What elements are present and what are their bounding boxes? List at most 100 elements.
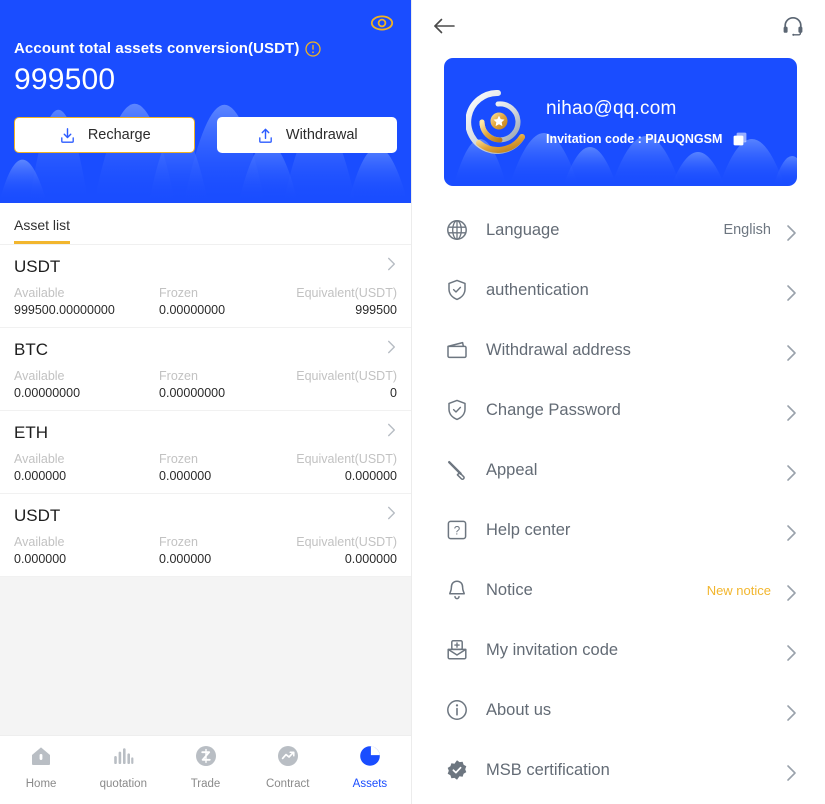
tabbar-item-quotation[interactable]: quotation	[82, 744, 164, 790]
asset-row-chevron[interactable]	[386, 256, 397, 277]
info-circle-icon[interactable]	[305, 40, 322, 57]
asset-row[interactable]: USDT Available 999500.00000000 Frozen 0.…	[0, 245, 411, 328]
asset-row-head: BTC	[14, 339, 397, 360]
tabbar-item-trade[interactable]: Trade	[164, 744, 246, 790]
shield-check-icon	[444, 277, 470, 303]
asset-row-head: USDT	[14, 256, 397, 277]
back-button[interactable]	[430, 12, 458, 40]
menu-item-chevron[interactable]	[785, 403, 799, 421]
menu-item-chevron[interactable]	[785, 583, 799, 601]
asset-columns: Available 0.00000000 Frozen 0.00000000 E…	[14, 369, 397, 400]
settings-menu: Language English authentication Withdraw…	[412, 200, 825, 800]
asset-frozen-cell: Frozen 0.00000000	[159, 369, 296, 400]
chevron-right-icon	[787, 405, 796, 421]
asset-available-cell: Available 0.000000	[14, 535, 159, 566]
menu-item-label: Appeal	[486, 460, 538, 479]
menu-item-notice[interactable]: Notice New notice	[412, 560, 825, 620]
asset-row[interactable]: USDT Available 0.000000 Frozen 0.000000 …	[0, 494, 411, 577]
menu-item-chevron[interactable]	[785, 283, 799, 301]
menu-item-about us[interactable]: About us	[412, 680, 825, 740]
home-icon	[29, 744, 53, 773]
menu-item-change password[interactable]: Change Password	[412, 380, 825, 440]
bell-icon	[444, 577, 470, 603]
profile-header	[412, 0, 825, 52]
customer-support-button[interactable]	[779, 12, 807, 40]
column-header-equivalent: Equivalent(USDT)	[296, 369, 397, 383]
asset-row-chevron[interactable]	[386, 505, 397, 526]
asset-row-head: USDT	[14, 505, 397, 526]
menu-item-withdrawal address[interactable]: Withdrawal address	[412, 320, 825, 380]
arrow-left-icon	[434, 18, 455, 34]
assets-screen: Account total assets conversion(USDT) 99…	[0, 0, 412, 804]
menu-item-chevron[interactable]	[785, 703, 799, 721]
menu-item-value: New notice	[706, 582, 771, 598]
profile-card[interactable]: nihao@qq.com Invitation code : PIAUQNGSM	[444, 58, 797, 186]
column-header-available: Available	[14, 452, 65, 466]
asset-frozen-value: 0.00000000	[159, 303, 226, 317]
shield-check-icon	[444, 397, 470, 423]
asset-equivalent-cell: Equivalent(USDT) 0.000000	[296, 452, 397, 483]
menu-item-label: Change Password	[486, 400, 621, 419]
tabbar-item-home[interactable]: Home	[0, 744, 82, 790]
asset-row-chevron[interactable]	[386, 339, 397, 360]
menu-item-help center[interactable]: ? Help center	[412, 500, 825, 560]
globe-icon	[444, 217, 470, 243]
menu-item-chevron[interactable]	[785, 343, 799, 361]
chevron-right-icon	[388, 257, 395, 271]
withdrawal-button[interactable]: Withdrawal	[216, 117, 397, 153]
asset-symbol: BTC	[14, 339, 48, 359]
menu-item-chevron[interactable]	[785, 643, 799, 661]
menu-item-chevron[interactable]	[785, 523, 799, 541]
asset-frozen-cell: Frozen 0.000000	[159, 535, 296, 566]
total-assets-label: Account total assets conversion(USDT)	[14, 40, 300, 57]
chevron-right-icon	[787, 465, 796, 481]
tab-asset-list[interactable]: Asset list	[14, 217, 71, 244]
eye-icon	[370, 15, 394, 31]
recharge-button[interactable]: Recharge	[14, 117, 195, 153]
menu-item-appeal[interactable]: Appeal	[412, 440, 825, 500]
column-header-available: Available	[14, 369, 65, 383]
asset-row[interactable]: BTC Available 0.00000000 Frozen 0.000000…	[0, 328, 411, 411]
menu-item-my invitation code[interactable]: My invitation code	[412, 620, 825, 680]
chevron-right-icon	[388, 506, 395, 520]
asset-frozen-cell: Frozen 0.000000	[159, 452, 296, 483]
tabbar-item-label: Trade	[190, 778, 221, 790]
chevron-right-icon	[787, 705, 796, 721]
asset-frozen-cell: Frozen 0.00000000	[159, 286, 296, 317]
menu-item-chevron[interactable]	[785, 223, 799, 241]
menu-item-language[interactable]: Language English	[412, 200, 825, 260]
menu-item-label: Help center	[486, 520, 571, 539]
question-box-icon: ?	[444, 517, 470, 543]
copy-invitation-code-button[interactable]	[732, 131, 748, 147]
menu-item-authentication[interactable]: authentication	[412, 260, 825, 320]
pen-icon	[444, 457, 470, 483]
profile-screen: nihao@qq.com Invitation code : PIAUQNGSM	[412, 0, 825, 804]
profile-card-inner: nihao@qq.com Invitation code : PIAUQNGSM	[444, 90, 748, 154]
menu-item-chevron[interactable]	[785, 463, 799, 481]
column-header-available: Available	[14, 286, 65, 300]
contract-icon	[276, 744, 300, 773]
tabbar-item-contract[interactable]: Contract	[247, 744, 329, 790]
asset-symbol: ETH	[14, 422, 48, 442]
column-header-frozen: Frozen	[159, 286, 198, 300]
menu-item-label: Language	[486, 220, 560, 239]
menu-item-chevron[interactable]	[785, 763, 799, 781]
chevron-right-icon	[388, 340, 395, 354]
asset-available-value: 0.00000000	[14, 386, 81, 400]
menu-item-label: Withdrawal address	[486, 340, 631, 359]
asset-equivalent-value: 0.000000	[344, 469, 397, 483]
download-box-icon	[60, 127, 74, 143]
spiral-star-logo-icon	[466, 90, 525, 154]
tabbar-item-label: quotation	[99, 778, 147, 790]
toggle-balance-visibility-button[interactable]	[367, 10, 397, 36]
withdrawal-button-label: Withdrawal	[285, 127, 358, 143]
asset-frozen-value: 0.00000000	[159, 386, 226, 400]
total-assets-amount: 999500	[14, 63, 116, 96]
asset-available-value: 0.000000	[14, 469, 67, 483]
asset-row[interactable]: ETH Available 0.000000 Frozen 0.000000 E…	[0, 411, 411, 494]
asset-row-chevron[interactable]	[386, 422, 397, 443]
tabbar-item-label: Home	[25, 778, 57, 790]
menu-item-msb certification[interactable]: MSB certification	[412, 740, 825, 800]
app-root: Account total assets conversion(USDT) 99…	[0, 0, 825, 804]
tabbar-item-assets[interactable]: Assets	[329, 744, 411, 790]
